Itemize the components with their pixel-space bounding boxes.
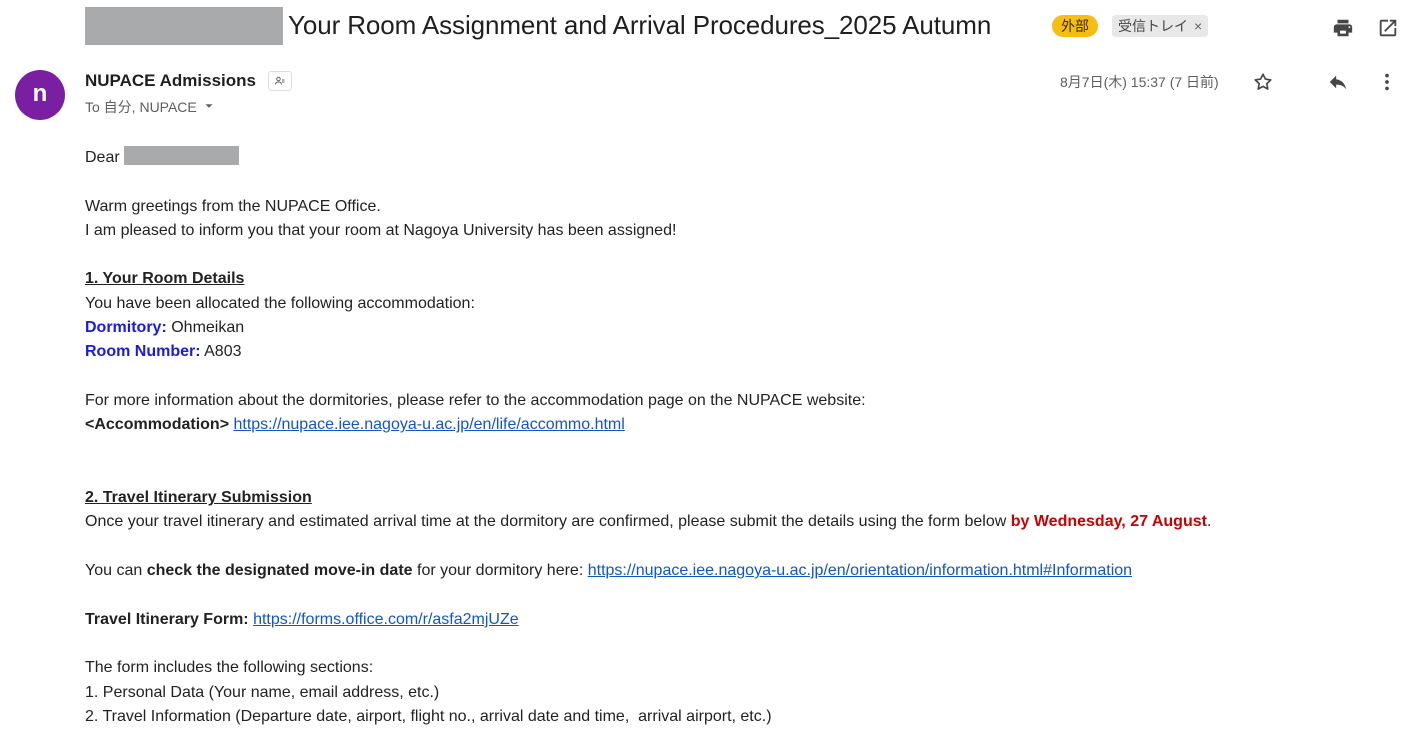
section1-heading: 1. Your Room Details: [85, 270, 245, 288]
accommodation-link[interactable]: https://nupace.iee.nagoya-u.ac.jp/en/lif…: [233, 416, 624, 433]
intro-line-2: I am pleased to inform you that your roo…: [85, 221, 677, 239]
greeting: Dear: [85, 149, 120, 166]
recipients-line[interactable]: To 自分, NUPACE: [85, 97, 216, 117]
redacted-subject-prefix: [85, 7, 283, 45]
movein-link[interactable]: https://nupace.iee.nagoya-u.ac.jp/en/ori…: [588, 562, 1132, 579]
email-body: Dear Warm greetings from the NUPACE Offi…: [85, 146, 1385, 729]
accommodation-line: <Accommodation> https://nupace.iee.nagoy…: [85, 413, 1385, 437]
reply-icon[interactable]: [1324, 68, 1352, 96]
dormitory-line: Dormitory: Ohmeikan: [85, 316, 1385, 340]
form-link[interactable]: https://forms.office.com/r/asfa2mjUZe: [253, 611, 519, 628]
print-icon[interactable]: [1329, 14, 1357, 42]
star-icon[interactable]: [1249, 68, 1277, 96]
section2-text: Once your travel itinerary and estimated…: [85, 510, 1385, 534]
more-vertical-icon[interactable]: [1373, 68, 1401, 96]
deadline-end: .: [1206, 513, 1212, 531]
movein-post: for your dormitory here:: [412, 562, 588, 580]
movein-line: You can check the designated move-in dat…: [85, 559, 1385, 583]
sender-avatar[interactable]: n: [15, 70, 65, 120]
intro-line-1: Warm greetings from the NUPACE Office.: [85, 197, 381, 215]
room-line: Room Number: A803: [85, 340, 1385, 364]
contact-info-icon[interactable]: [268, 71, 292, 91]
sender-name[interactable]: NUPACE Admissions: [85, 71, 256, 91]
deadline-text: by Wednesday, 27 August: [1010, 513, 1207, 531]
recipients-text: To 自分, NUPACE: [85, 99, 197, 115]
subject-row: Your Room Assignment and Arrival Procedu…: [0, 0, 1412, 52]
room-number-value: A803: [200, 343, 242, 361]
movein-pre: You can: [85, 562, 147, 580]
redacted-recipient-name: [123, 146, 239, 165]
form-line: Travel Itinerary Form: https://forms.off…: [85, 608, 1385, 632]
more-info-text: For more information about the dormitori…: [85, 391, 866, 409]
email-subject: Your Room Assignment and Arrival Procedu…: [288, 10, 992, 40]
room-number-label: Room Number:: [85, 343, 201, 361]
greeting-line: Dear: [85, 146, 1385, 170]
dormitory-value: Ohmeikan: [166, 319, 245, 337]
section2-heading: 2. Travel Itinerary Submission: [85, 489, 312, 507]
accommodation-label: <Accommodation>: [85, 416, 230, 434]
sections-intro: The form includes the following sections…: [85, 659, 374, 677]
form-label: Travel Itinerary Form:: [85, 610, 249, 628]
inbox-label-text: 受信トレイ: [1118, 18, 1188, 34]
open-in-new-window-icon[interactable]: [1374, 14, 1402, 42]
movein-bold: check the designated move-in date: [146, 562, 413, 580]
inbox-label-chip: 受信トレイ ×: [1112, 15, 1209, 37]
dormitory-label: Dormitory:: [85, 319, 167, 337]
sections-item-1: 1. Personal Data (Your name, email addre…: [85, 683, 440, 701]
sections-item-2: 2. Travel Information (Departure date, a…: [85, 707, 772, 725]
email-date: 8月7日(木) 15:37 (7 日前): [1060, 74, 1219, 90]
external-label-chip: 外部: [1052, 15, 1098, 37]
section2-instructions: Once your travel itinerary and estimated…: [85, 513, 1011, 531]
remove-label-button[interactable]: ×: [1194, 15, 1202, 37]
section1-intro: You have been allocated the following ac…: [85, 294, 475, 312]
chevron-down-icon[interactable]: [202, 99, 216, 116]
